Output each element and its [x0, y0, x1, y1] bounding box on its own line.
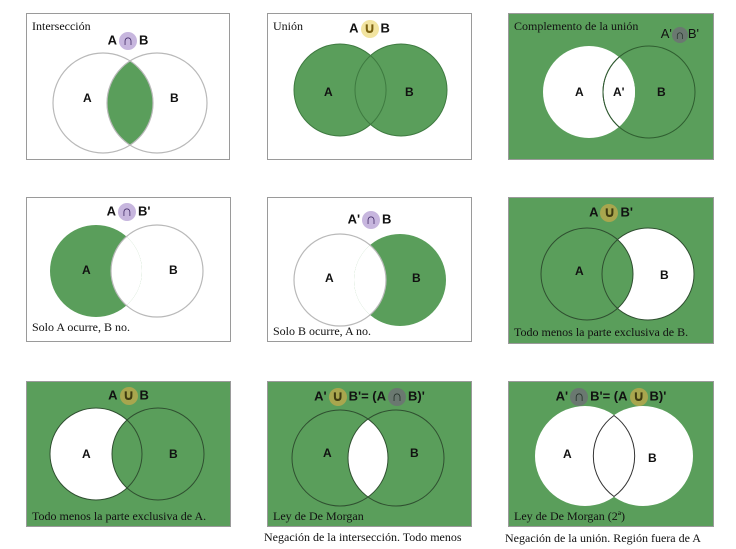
union-symbol-icon: ∪ — [629, 388, 648, 406]
intersection-symbol-icon: ∩ — [570, 388, 589, 406]
label-b: B — [648, 451, 657, 465]
outer-caption-de-morgan-1: Negación de la intersección. Todo menos — [264, 530, 462, 544]
panel-caption: Todo menos la parte exclusiva de A. — [32, 509, 207, 523]
label-a: A — [323, 446, 332, 460]
intersection-symbol-icon: ∩ — [119, 32, 137, 50]
set-notation: A ∩ B — [107, 32, 149, 50]
union-symbol-icon: ∪ — [360, 20, 379, 38]
panel-caption: Solo B ocurre, A no. — [273, 324, 371, 338]
label-b: B — [169, 263, 178, 277]
venn-panel-union: A B Unión A ∪ B — [267, 13, 472, 160]
label-a: A — [575, 85, 584, 99]
set-notation: A ∪ B — [349, 20, 390, 38]
intersection-symbol-icon: ∩ — [117, 203, 136, 221]
set-notation: A' ∪ B'= (A ∩ B)' — [314, 388, 425, 406]
set-notation: A' ∩ B' — [660, 26, 699, 43]
label-a: A — [82, 447, 91, 461]
label-a: A — [325, 271, 334, 285]
circle-b — [354, 43, 448, 137]
intersection-symbol-icon: ∩ — [671, 26, 688, 43]
set-notation: A ∩ B' — [106, 203, 151, 221]
set-notation: A' ∩ B'= (A ∪ B)' — [555, 388, 667, 406]
label-b: B — [170, 91, 179, 105]
venn-panel-de-morgan-2: A B A' ∩ B'= (A ∪ B)' Ley de De Morgan (2ª) — [508, 381, 714, 527]
union-symbol-icon: ∪ — [600, 204, 619, 222]
label-b: B — [169, 447, 178, 461]
label-b: B — [410, 446, 419, 460]
union-symbol-icon: ∪ — [119, 387, 138, 405]
panel-caption: Todo menos la parte exclusiva de B. — [514, 325, 689, 339]
set-notation: A' ∩ B — [347, 211, 392, 229]
panel-title: Complemento de la unión — [514, 19, 639, 33]
venn-panel-de-morgan-1: A B A' ∪ B'= (A ∩ B)' Ley de De Morgan — [267, 381, 472, 527]
intersection-symbol-icon: ∩ — [388, 388, 407, 406]
label-a: A — [563, 447, 572, 461]
label-a: A — [324, 85, 333, 99]
panel-caption: Solo A ocurre, B no. — [32, 320, 130, 334]
label-b: B — [660, 268, 669, 282]
label-b: B — [405, 85, 414, 99]
set-notation: A ∪ B — [108, 387, 149, 405]
venn-panel-only-b: A B A' ∩ B Solo B ocurre, A no. — [267, 197, 472, 342]
label-a: A — [82, 263, 91, 277]
label-b: B — [657, 85, 666, 99]
intersection-symbol-icon: ∩ — [362, 211, 381, 229]
venn-panel-only-a: A B A ∩ B' Solo A ocurre, B no. — [26, 197, 231, 342]
panel-caption: Ley de De Morgan — [273, 509, 364, 523]
panel-caption: Ley de De Morgan (2ª) — [514, 509, 626, 523]
outer-caption-de-morgan-2: Negación de la unión. Región fuera de A — [505, 531, 701, 545]
venn-panel-complement-union: A A' B Complemento de la unión A' ∩ B' — [508, 13, 714, 160]
venn-panel-acomp-union-b: A B A ∪ B Todo menos la parte exclusiva de… — [26, 381, 231, 527]
union-symbol-icon: ∪ — [328, 388, 347, 406]
venn-panel-intersection: A B Intersección A ∩ B — [26, 13, 230, 160]
label-mid: A' — [613, 85, 625, 99]
venn-panel-a-union-bcomp: A B A ∪ B' Todo menos la parte exclusiva d… — [508, 197, 714, 344]
label-a: A — [83, 91, 92, 105]
set-notation: A ∪ B' — [589, 204, 633, 222]
label-a: A — [575, 264, 584, 278]
label-b: B — [412, 271, 421, 285]
